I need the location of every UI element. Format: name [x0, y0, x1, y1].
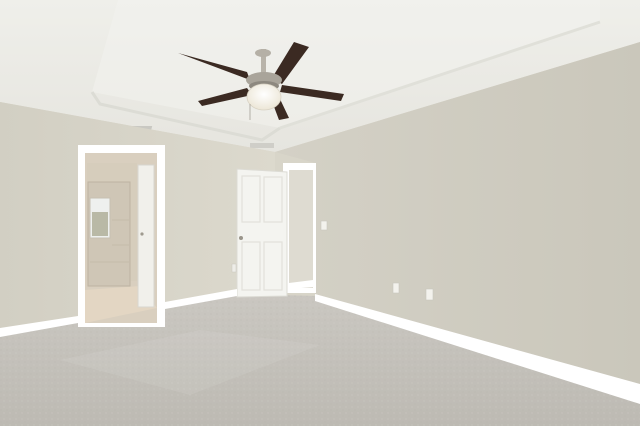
window-pane	[92, 212, 108, 236]
wall-outlet	[425, 288, 434, 301]
wall-outlet	[392, 282, 400, 294]
closet-doorway-opening	[289, 170, 313, 288]
door-knob	[239, 236, 243, 240]
interior-door	[236, 168, 288, 298]
bathroom-door-open	[137, 164, 155, 308]
light-switch	[320, 220, 328, 231]
fan-canopy	[255, 49, 271, 57]
wall-outlet	[231, 263, 237, 273]
bathroom-door-knob	[140, 232, 144, 236]
room-scene	[0, 0, 640, 426]
light-fixture	[246, 83, 282, 111]
ceiling-vent	[250, 143, 274, 148]
